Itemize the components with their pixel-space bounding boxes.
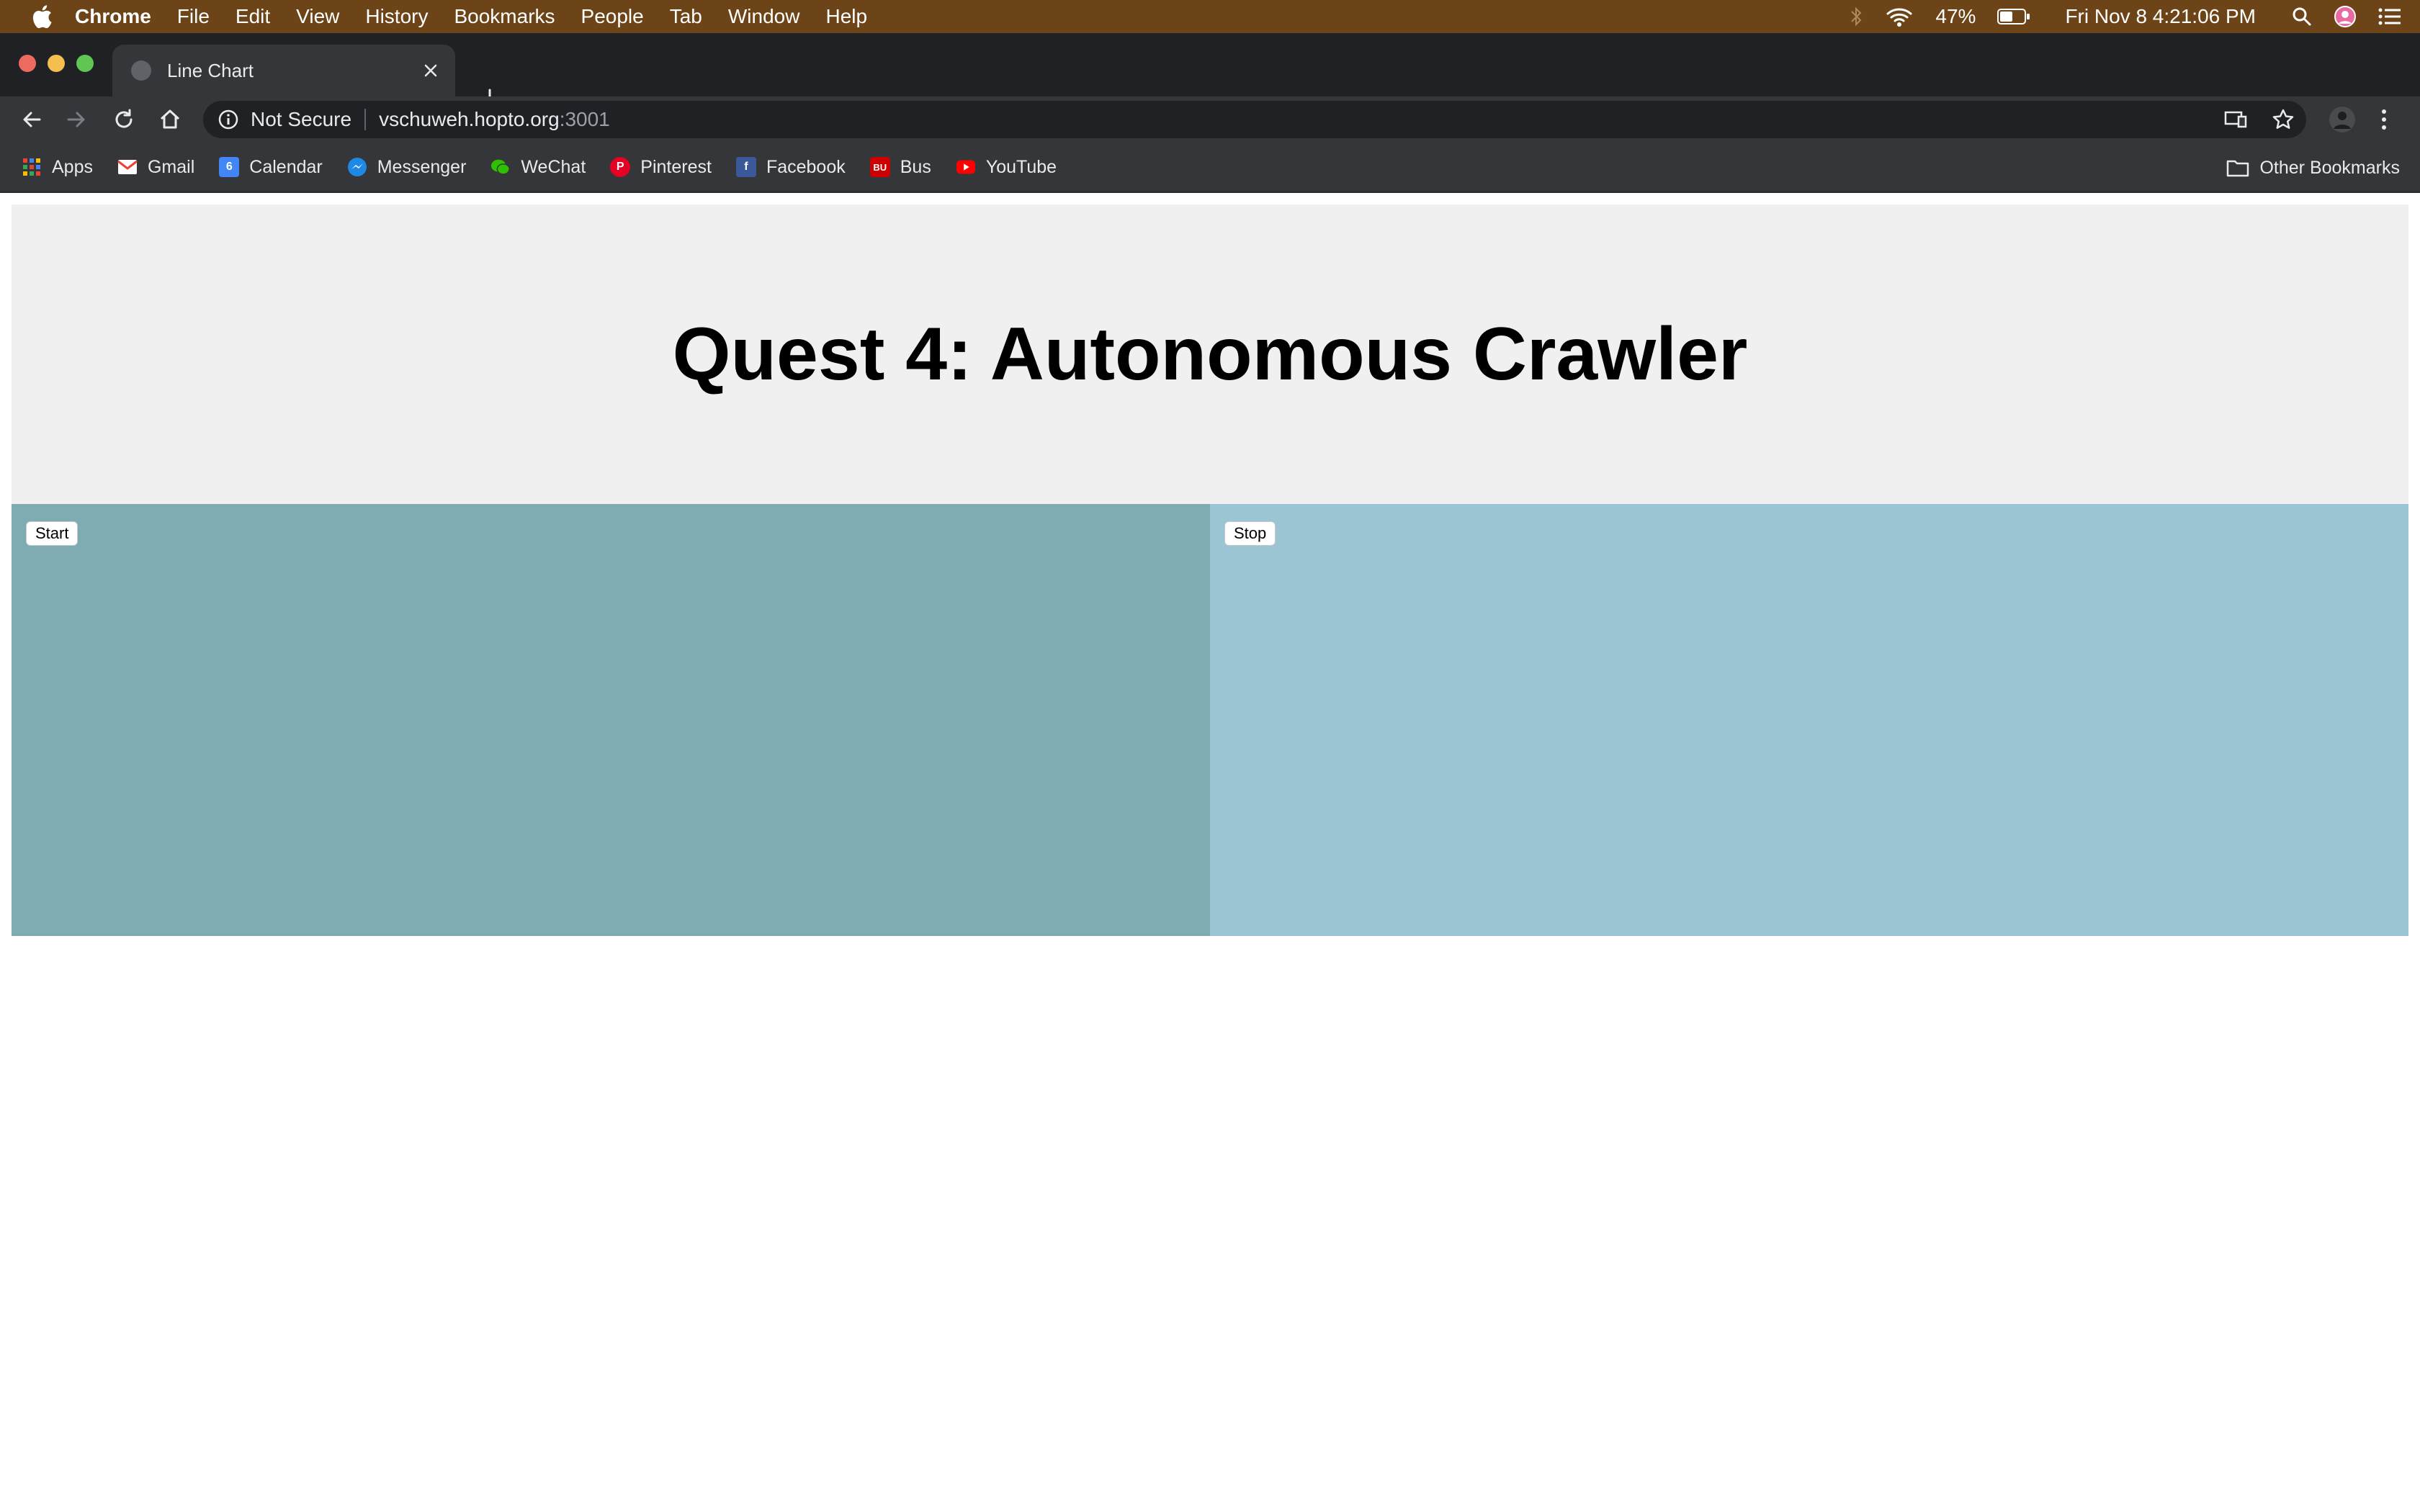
profile-avatar-icon[interactable]	[2328, 96, 2357, 143]
bookmark-wechat[interactable]: WeChat	[490, 157, 586, 178]
wifi-icon[interactable]	[1885, 6, 1914, 27]
calendar-icon: 6	[219, 157, 240, 177]
spotlight-search-icon[interactable]	[2292, 6, 2312, 27]
cast-icon[interactable]	[2224, 96, 2247, 143]
user-avatar-icon[interactable]	[2334, 5, 2357, 28]
macos-menubar: Chrome File Edit View History Bookmarks …	[0, 0, 2420, 33]
bookmark-label: Gmail	[147, 156, 195, 177]
apps-grid-icon	[22, 157, 42, 177]
page-viewport: Quest 4: Autonomous Crawler Start Stop	[0, 193, 2420, 1512]
menu-edit[interactable]: Edit	[236, 5, 270, 28]
browser-toolbar: Not Secure vschuweh.hopto.org:3001	[0, 96, 2420, 143]
other-bookmarks-label: Other Bookmarks	[2259, 157, 2400, 178]
site-info-icon[interactable]	[218, 109, 239, 130]
clock[interactable]: Fri Nov 8 4:21:06 PM	[2065, 5, 2256, 28]
home-icon[interactable]	[156, 105, 184, 134]
messenger-icon	[347, 157, 367, 177]
tab-line-chart[interactable]: Line Chart	[112, 45, 455, 96]
bookmark-label: Messenger	[377, 156, 467, 177]
page-title: Quest 4: Autonomous Crawler	[672, 312, 1748, 396]
bookmark-star-icon[interactable]	[2272, 96, 2295, 143]
menu-app-chrome[interactable]: Chrome	[75, 5, 151, 28]
menu-window[interactable]: Window	[728, 5, 800, 28]
battery-percent: 47%	[1935, 5, 1976, 27]
security-label[interactable]: Not Secure	[251, 108, 351, 131]
reload-icon[interactable]	[109, 105, 138, 134]
facebook-icon: f	[735, 157, 756, 177]
url-port: :3001	[559, 108, 610, 130]
start-panel: Start	[12, 504, 1210, 936]
maximize-window-button[interactable]	[76, 55, 94, 72]
bookmark-facebook[interactable]: f Facebook	[735, 156, 846, 178]
bookmark-gmail[interactable]: Gmail	[117, 157, 194, 178]
bookmark-label: Apps	[52, 156, 93, 177]
url-host: vschuweh.hopto.org	[379, 108, 560, 130]
pinterest-icon: P	[610, 157, 631, 177]
folder-icon	[2226, 158, 2249, 177]
menu-people[interactable]: People	[581, 5, 644, 28]
start-button[interactable]: Start	[26, 521, 79, 546]
bookmarks-bar: Apps Gmail 6 Calendar Messenger WeChat P…	[0, 143, 2420, 193]
address-bar[interactable]: Not Secure vschuweh.hopto.org:3001	[203, 101, 2306, 138]
notification-center-icon[interactable]	[2378, 7, 2401, 26]
menu-bookmarks[interactable]: Bookmarks	[454, 5, 555, 28]
close-window-button[interactable]	[19, 55, 36, 72]
bookmark-apps[interactable]: Apps	[22, 157, 93, 178]
menu-history[interactable]: History	[365, 5, 428, 28]
bu-icon: BU	[869, 157, 890, 177]
bookmark-label: Pinterest	[640, 156, 712, 177]
bookmark-messenger[interactable]: Messenger	[347, 156, 467, 178]
menu-view[interactable]: View	[296, 5, 339, 28]
bookmark-label: Facebook	[766, 156, 846, 177]
tab-strip: Line Chart	[0, 33, 2420, 107]
bookmark-label: YouTube	[985, 156, 1057, 177]
apple-logo-icon[interactable]	[27, 2, 56, 31]
stop-panel: Stop	[1210, 504, 2408, 936]
bookmark-youtube[interactable]: YouTube	[956, 157, 1057, 178]
omnibox-separator	[364, 109, 367, 130]
close-tab-icon[interactable]	[416, 56, 445, 85]
bookmark-label: WeChat	[521, 156, 586, 177]
menu-file[interactable]: File	[177, 5, 210, 28]
stop-button[interactable]: Stop	[1224, 521, 1276, 546]
wechat-icon	[490, 157, 511, 177]
minimize-window-button[interactable]	[48, 55, 65, 72]
battery-icon[interactable]	[1997, 8, 2030, 25]
youtube-icon	[956, 157, 976, 177]
gmail-icon	[117, 157, 138, 177]
bookmark-label: Bus	[900, 156, 931, 177]
menu-tab[interactable]: Tab	[670, 5, 702, 28]
back-arrow-icon[interactable]	[17, 105, 46, 134]
tab-title: Line Chart	[167, 59, 254, 81]
bookmark-label: Calendar	[249, 156, 323, 177]
bluetooth-icon[interactable]	[1850, 6, 1863, 27]
forward-arrow-icon[interactable]	[62, 105, 91, 134]
bookmark-calendar[interactable]: 6 Calendar	[219, 156, 323, 178]
globe-icon	[131, 60, 151, 81]
bookmark-bus[interactable]: BU Bus	[869, 156, 931, 178]
chrome-menu-icon[interactable]	[2380, 96, 2388, 143]
page-header: Quest 4: Autonomous Crawler	[12, 204, 2408, 504]
menu-help[interactable]: Help	[825, 5, 867, 28]
other-bookmarks[interactable]: Other Bookmarks	[2226, 143, 2400, 193]
bookmark-pinterest[interactable]: P Pinterest	[610, 157, 712, 178]
